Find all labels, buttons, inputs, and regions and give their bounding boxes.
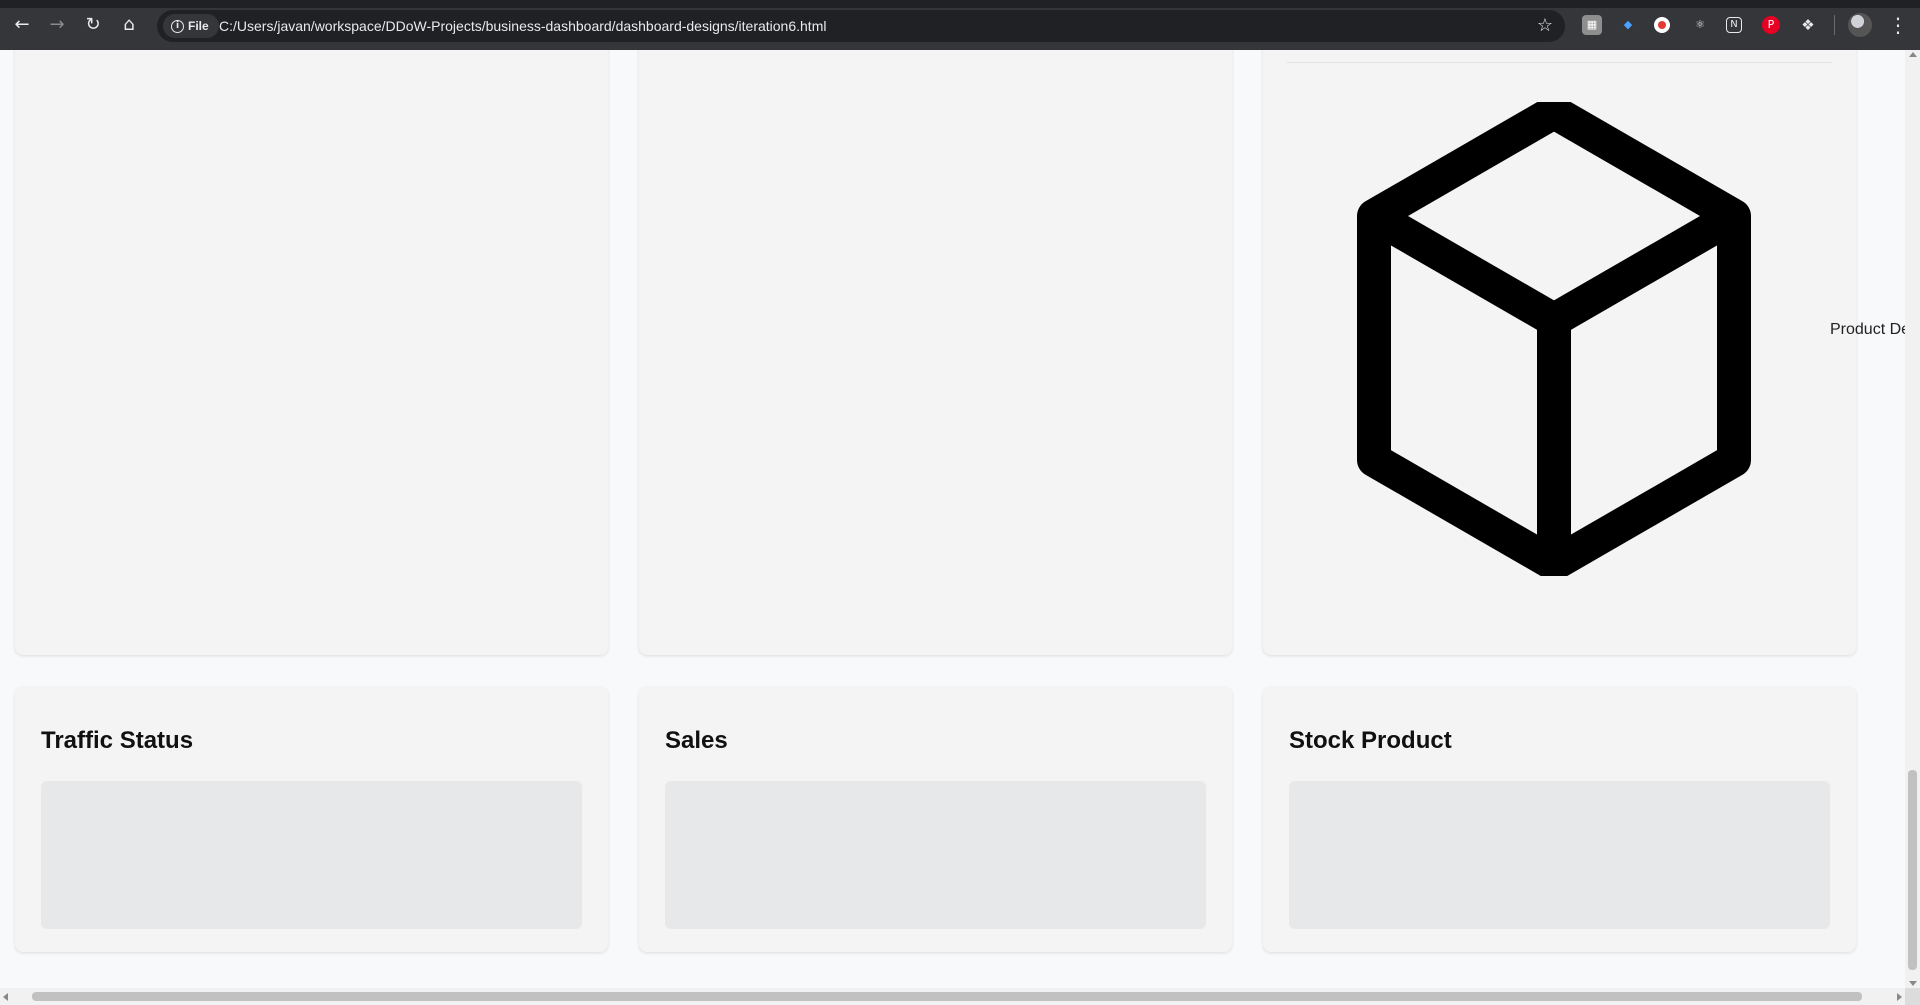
site-info-chip[interactable]: i File [163, 14, 219, 38]
horizontal-scrollbar[interactable] [0, 988, 1905, 1005]
sales-placeholder [665, 781, 1206, 929]
address-bar[interactable]: i File C:/Users/javan/workspace/DDoW-Pro… [157, 10, 1565, 42]
browser-toolbar: ← → ↻ ⌂ i File C:/Users/javan/workspace/… [0, 0, 1920, 50]
profile-avatar[interactable] [1848, 13, 1872, 37]
dashboard-card-2 [639, 50, 1232, 655]
scroll-left-arrow-icon[interactable] [3, 993, 8, 1001]
card-title: Sales [665, 727, 728, 754]
reload-icon[interactable]: ↻ [80, 12, 106, 38]
vertical-scroll-thumb[interactable] [1908, 770, 1917, 970]
extension-record-icon[interactable] [1654, 17, 1670, 33]
card-title: Traffic Status [41, 727, 194, 754]
extension-react-icon[interactable]: ⚛ [1690, 15, 1710, 35]
product-development-label: Product Developm [1830, 321, 1905, 338]
back-icon[interactable]: ← [9, 12, 35, 38]
horizontal-scroll-thumb[interactable] [32, 992, 1862, 1001]
info-icon: i [171, 19, 184, 33]
home-icon[interactable]: ⌂ [116, 12, 142, 38]
scroll-down-arrow-icon[interactable] [1909, 981, 1917, 986]
stock-product-placeholder [1289, 781, 1830, 929]
extensions-icon[interactable]: ❖ [1798, 15, 1818, 35]
card-divider [1287, 62, 1832, 63]
scroll-up-arrow-icon[interactable] [1909, 52, 1917, 57]
tab-strip [0, 0, 1920, 8]
extension-diamond-icon[interactable]: ◆ [1618, 15, 1638, 35]
scrollbar-corner [1905, 988, 1920, 1005]
file-chip-label: File [188, 19, 209, 33]
cube-icon [1357, 102, 1751, 576]
stock-product-card: Stock Product [1263, 687, 1856, 952]
dashboard-card-1 [15, 50, 608, 655]
card-title: Stock Product [1289, 727, 1452, 754]
page-viewport: Product Developm Traffic Status Sales St… [0, 50, 1905, 988]
vertical-scrollbar[interactable] [1905, 50, 1920, 988]
extension-notion-icon[interactable]: N [1726, 17, 1742, 33]
bookmark-star-icon[interactable]: ☆ [1537, 14, 1553, 38]
extension-icon-1[interactable]: ▦ [1582, 15, 1602, 35]
toolbar-divider [1834, 15, 1835, 35]
traffic-status-placeholder [41, 781, 582, 929]
url-text[interactable]: C:/Users/javan/workspace/DDoW-Projects/b… [219, 10, 826, 42]
scroll-right-arrow-icon[interactable] [1897, 993, 1902, 1001]
forward-icon[interactable]: → [44, 12, 70, 38]
menu-icon[interactable]: ⋮ [1888, 12, 1908, 38]
traffic-status-card: Traffic Status [15, 687, 608, 952]
sales-card: Sales [639, 687, 1232, 952]
extension-pinterest-icon[interactable]: P [1762, 16, 1780, 34]
